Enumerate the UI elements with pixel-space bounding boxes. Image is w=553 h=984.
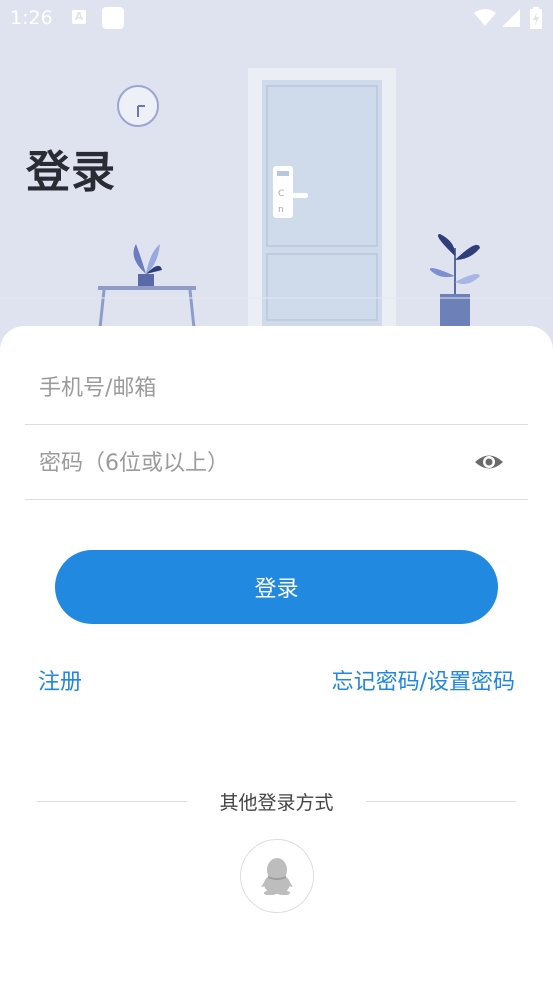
svg-text:n: n <box>278 205 284 215</box>
wifi-icon <box>474 9 496 26</box>
other-login-header: 其他登录方式 <box>37 788 516 816</box>
login-button[interactable]: 登录 <box>55 550 498 624</box>
svg-text:C: C <box>278 189 284 199</box>
status-bar: 1:26 A <box>0 0 553 38</box>
clock-icon <box>117 85 159 127</box>
login-card: 登录 注册 忘记密码/设置密码 其他登录方式 <box>0 326 553 984</box>
forgot-password-link[interactable]: 忘记密码/设置密码 <box>332 664 515 696</box>
a-icon: A <box>72 10 86 24</box>
qq-login-button[interactable] <box>240 839 314 913</box>
phone-email-field <box>25 350 528 426</box>
register-link[interactable]: 注册 <box>38 664 82 696</box>
phone-email-input[interactable] <box>37 350 461 426</box>
battery-icon <box>530 7 542 29</box>
square-icon <box>102 7 124 29</box>
divider-right <box>366 801 516 802</box>
status-time: 1:26 <box>10 7 53 29</box>
password-input[interactable] <box>37 425 461 501</box>
table <box>98 244 196 329</box>
qq-icon <box>261 858 293 895</box>
signal-icon <box>502 9 520 27</box>
page-title: 登录 <box>26 147 116 198</box>
plant <box>429 234 480 326</box>
password-field <box>25 425 528 501</box>
eye-icon[interactable] <box>474 449 504 475</box>
